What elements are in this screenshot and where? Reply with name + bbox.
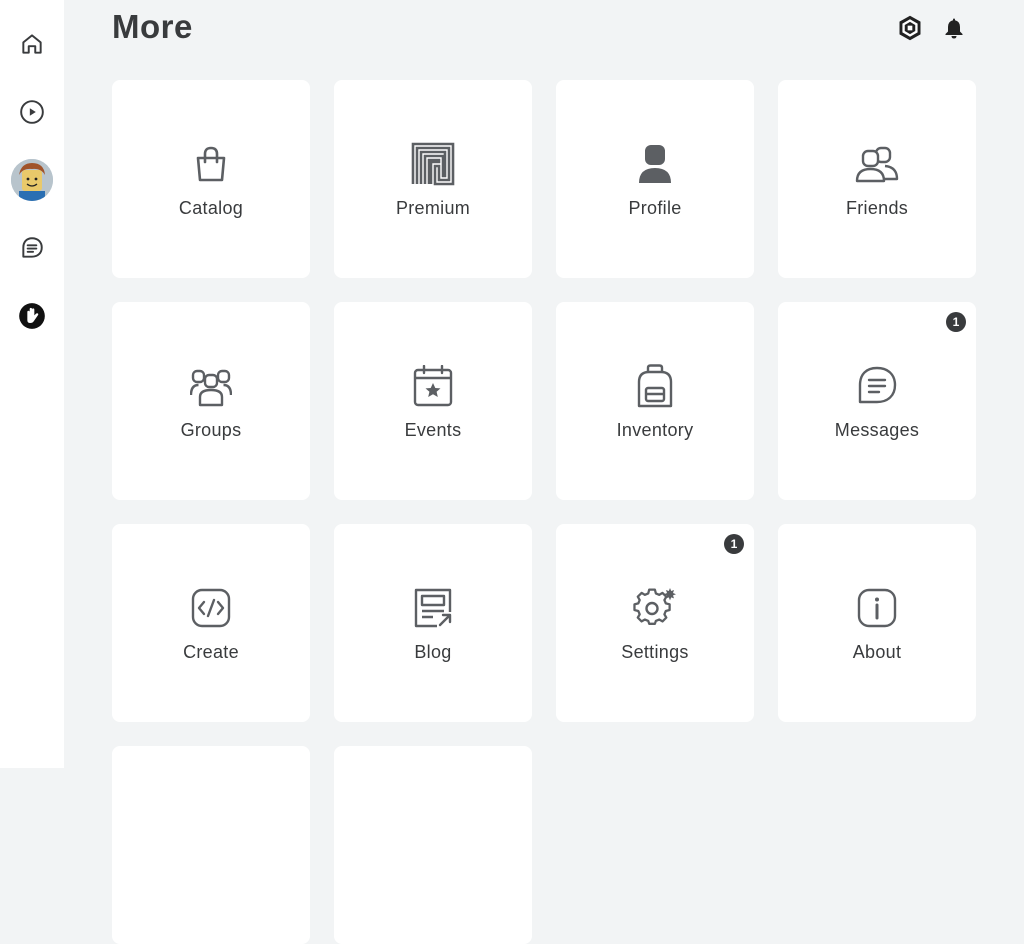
tile-premium[interactable]: Premium <box>334 80 532 278</box>
code-icon <box>191 588 231 628</box>
tile-inventory[interactable]: Inventory <box>556 302 754 500</box>
left-navigation-sidebar <box>0 0 64 768</box>
friends-icon <box>855 145 899 183</box>
sidebar-item-chat[interactable] <box>8 224 56 272</box>
shopping-bag-icon <box>191 144 231 184</box>
tile-partial-2[interactable] <box>334 746 532 944</box>
notifications-button[interactable] <box>936 10 972 46</box>
calendar-star-icon <box>413 365 453 407</box>
tile-settings[interactable]: 1 Settings <box>556 524 754 722</box>
chat-icon <box>19 235 45 261</box>
tile-label: Profile <box>556 198 754 219</box>
tile-label: Blog <box>334 642 532 663</box>
sidebar-item-more[interactable] <box>8 292 56 340</box>
play-icon <box>19 99 45 125</box>
tile-label: About <box>778 642 976 663</box>
blog-icon <box>413 588 453 628</box>
tile-label: Catalog <box>112 198 310 219</box>
tile-label: Settings <box>556 642 754 663</box>
page-title: More <box>112 8 193 46</box>
message-icon <box>857 366 897 406</box>
notification-badge: 1 <box>724 534 744 554</box>
robux-button[interactable] <box>892 10 928 46</box>
sidebar-item-avatar[interactable] <box>8 156 56 204</box>
tile-label: Premium <box>334 198 532 219</box>
robux-icon <box>896 14 924 42</box>
sidebar-item-discover[interactable] <box>8 88 56 136</box>
main-content: More Catalog <box>64 0 1024 768</box>
tile-create[interactable]: Create <box>112 524 310 722</box>
tile-partial-1[interactable] <box>112 746 310 944</box>
notification-badge: 1 <box>946 312 966 332</box>
tile-events[interactable]: Events <box>334 302 532 500</box>
avatar <box>11 159 53 201</box>
tile-label: Events <box>334 420 532 441</box>
premium-icon <box>411 142 455 186</box>
tile-label: Create <box>112 642 310 663</box>
tile-label: Messages <box>778 420 976 441</box>
tile-friends[interactable]: Friends <box>778 80 976 278</box>
backpack-icon <box>635 364 675 408</box>
more-hand-icon <box>18 302 46 330</box>
avatar-icon <box>11 159 53 201</box>
tile-groups[interactable]: Groups <box>112 302 310 500</box>
gear-icon <box>633 586 677 630</box>
tile-messages[interactable]: 1 Messages <box>778 302 976 500</box>
tile-label: Inventory <box>556 420 754 441</box>
profile-icon <box>637 144 673 184</box>
tile-about[interactable]: About <box>778 524 976 722</box>
notification-bell-icon <box>942 16 966 40</box>
tile-label: Groups <box>112 420 310 441</box>
tile-label: Friends <box>778 198 976 219</box>
sidebar-item-home[interactable] <box>8 20 56 68</box>
groups-icon <box>190 365 232 407</box>
info-icon <box>857 588 897 628</box>
home-icon <box>19 31 45 57</box>
tile-catalog[interactable]: Catalog <box>112 80 310 278</box>
tile-blog[interactable]: Blog <box>334 524 532 722</box>
tile-profile[interactable]: Profile <box>556 80 754 278</box>
